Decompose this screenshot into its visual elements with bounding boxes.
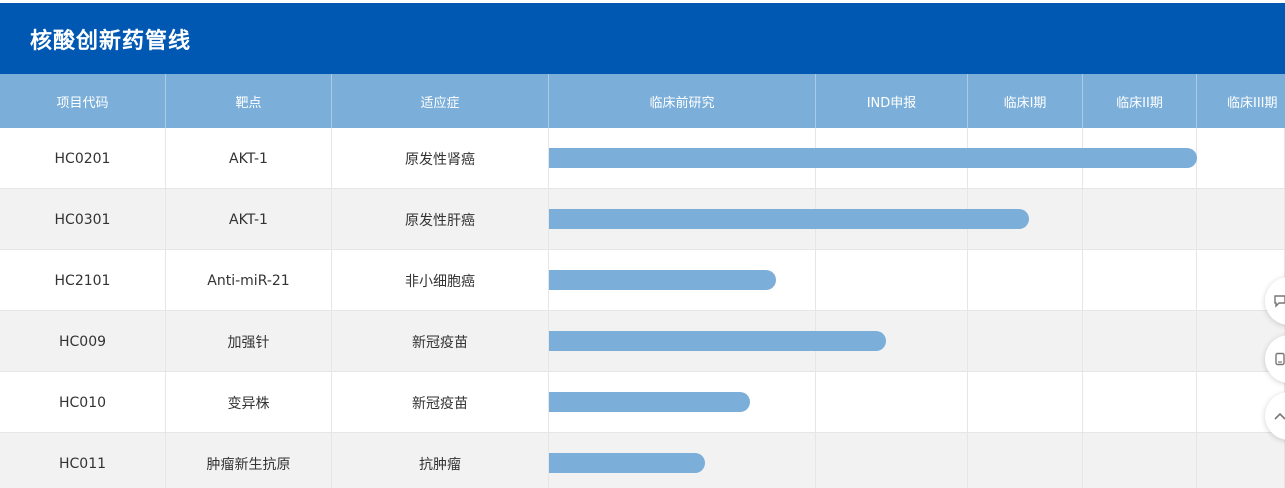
- column-header-indication: 适应症: [332, 74, 549, 128]
- table-row: HC2101 Anti-miR-21 非小细胞癌: [0, 250, 1285, 311]
- stage-cell: [1197, 128, 1285, 189]
- project-code-cell: HC010: [0, 372, 166, 433]
- column-header-ind: IND申报: [816, 74, 968, 128]
- progress-bar: [549, 392, 750, 412]
- stage-cell: [968, 250, 1083, 311]
- table-header: 项目代码 靶点 适应症 临床前研究 IND申报 临床I期 临床II期 临床III…: [0, 74, 1285, 128]
- target-cell: 变异株: [166, 372, 332, 433]
- target-cell: 加强针: [166, 311, 332, 372]
- project-code-cell: HC0301: [0, 189, 166, 250]
- column-header-phase1: 临床I期: [968, 74, 1083, 128]
- project-code-cell: HC2101: [0, 250, 166, 311]
- stage-cell: [1197, 433, 1285, 488]
- column-header-phase2: 临床II期: [1083, 74, 1197, 128]
- table-row: HC009 加强针 新冠疫苗: [0, 311, 1285, 372]
- progress-bar: [549, 209, 1029, 229]
- stage-cell: [816, 250, 968, 311]
- project-code-cell: HC0201: [0, 128, 166, 189]
- target-cell: 肿瘤新生抗原: [166, 433, 332, 488]
- stage-cell: [968, 433, 1083, 488]
- stage-cell: [816, 433, 968, 488]
- stage-cell: [816, 372, 968, 433]
- table-row: HC0301 AKT-1 原发性肝癌: [0, 189, 1285, 250]
- progress-bar: [549, 331, 886, 351]
- stage-cell: [1083, 433, 1197, 488]
- stage-cell: [1083, 311, 1197, 372]
- column-header-preclinical: 临床前研究: [549, 74, 816, 128]
- column-header-target: 靶点: [166, 74, 332, 128]
- target-cell: AKT-1: [166, 128, 332, 189]
- progress-bar: [549, 148, 1197, 168]
- stage-cell: [1083, 189, 1197, 250]
- table-row: HC0201 AKT-1 原发性肾癌: [0, 128, 1285, 189]
- stage-cell: [1197, 189, 1285, 250]
- stage-cell: [968, 311, 1083, 372]
- indication-cell: 原发性肝癌: [332, 189, 549, 250]
- pipeline-table: 项目代码 靶点 适应症 临床前研究 IND申报 临床I期 临床II期 临床III…: [0, 74, 1285, 488]
- progress-bar: [549, 270, 776, 290]
- stage-cell: [1083, 250, 1197, 311]
- stage-cell: [1083, 372, 1197, 433]
- project-code-cell: HC011: [0, 433, 166, 488]
- target-cell: AKT-1: [166, 189, 332, 250]
- indication-cell: 非小细胞癌: [332, 250, 549, 311]
- table-body: HC0201 AKT-1 原发性肾癌 HC0301 AKT-1 原发性肝癌 HC2101 An…: [0, 128, 1285, 488]
- column-header-code: 项目代码: [0, 74, 166, 128]
- target-cell: Anti-miR-21: [166, 250, 332, 311]
- column-header-phase3: 临床III期: [1227, 95, 1278, 111]
- project-code-cell: HC009: [0, 311, 166, 372]
- indication-cell: 新冠疫苗: [332, 372, 549, 433]
- table-row: HC010 变异株 新冠疫苗: [0, 372, 1285, 433]
- stage-cell: [968, 372, 1083, 433]
- progress-bar: [549, 453, 705, 473]
- indication-cell: 原发性肾癌: [332, 128, 549, 189]
- indication-cell: 新冠疫苗: [332, 311, 549, 372]
- page-title: 核酸创新药管线: [0, 3, 1285, 74]
- indication-cell: 抗肿瘤: [332, 433, 549, 488]
- table-row: HC011 肿瘤新生抗原 抗肿瘤: [0, 433, 1285, 488]
